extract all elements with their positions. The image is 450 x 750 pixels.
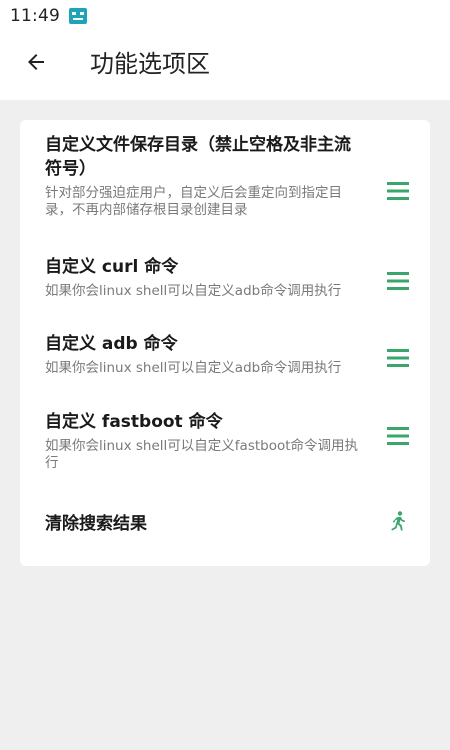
- option-title: 清除搜索结果: [45, 514, 147, 534]
- menu-icon[interactable]: [384, 422, 412, 450]
- option-desc: 如果你会linux shell可以自定义fastboot命令调用执行: [45, 438, 359, 471]
- option-custom-curl[interactable]: 自定义 curl 命令 如果你会linux shell可以自定义adb命令调用执…: [45, 255, 415, 300]
- run-icon[interactable]: [384, 508, 412, 536]
- option-title: 自定义文件保存目录（禁止空格及非主流符号）: [45, 135, 351, 179]
- option-custom-fastboot[interactable]: 自定义 fastboot 命令 如果你会linux shell可以自定义fast…: [45, 410, 415, 472]
- option-title: 自定义 curl 命令: [45, 257, 179, 277]
- option-desc: 如果你会linux shell可以自定义adb命令调用执行: [45, 360, 342, 376]
- option-desc: 如果你会linux shell可以自定义adb命令调用执行: [45, 283, 342, 299]
- option-custom-save-dir[interactable]: 自定义文件保存目录（禁止空格及非主流符号） 针对部分强迫症用户，自定义后会重定向…: [45, 133, 415, 219]
- menu-icon[interactable]: [384, 177, 412, 205]
- option-title: 自定义 fastboot 命令: [45, 412, 223, 432]
- arrow-back-icon: [24, 50, 48, 78]
- status-time: 11:49: [10, 6, 60, 26]
- page-title: 功能选项区: [90, 50, 210, 78]
- back-button[interactable]: [18, 46, 54, 82]
- top-bar: 11:49 功能选项区: [0, 0, 450, 100]
- options-card: 自定义文件保存目录（禁止空格及非主流符号） 针对部分强迫症用户，自定义后会重定向…: [20, 120, 430, 566]
- menu-icon[interactable]: [384, 344, 412, 372]
- option-clear-search-results[interactable]: 清除搜索结果: [45, 511, 415, 536]
- app-bar: 功能选项区: [0, 38, 450, 94]
- option-desc: 针对部分强迫症用户，自定义后会重定向到指定目录，不再内部储存根目录创建目录: [45, 185, 342, 218]
- menu-icon[interactable]: [384, 267, 412, 295]
- option-custom-adb[interactable]: 自定义 adb 命令 如果你会linux shell可以自定义adb命令调用执行: [45, 332, 415, 377]
- status-bar: 11:49: [10, 4, 88, 28]
- option-title: 自定义 adb 命令: [45, 334, 178, 354]
- notification-icon: [68, 7, 88, 25]
